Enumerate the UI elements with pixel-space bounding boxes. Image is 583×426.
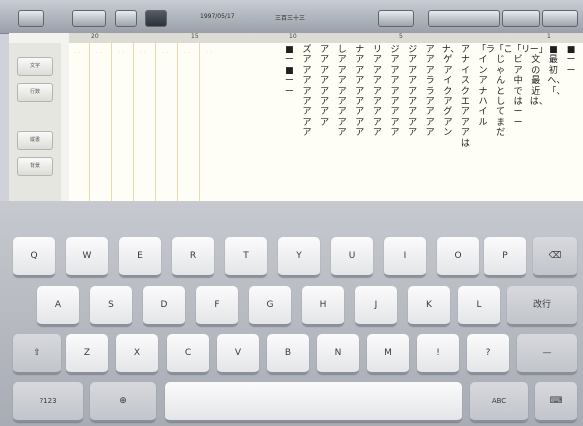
ruler-mark: 20 <box>91 33 99 40</box>
space-key[interactable] <box>165 382 462 422</box>
grid-line <box>177 43 178 201</box>
vertical-button[interactable]: 縦書 <box>17 131 53 150</box>
text-column: リアアアアアアアア <box>372 45 382 139</box>
key-p[interactable]: P <box>484 237 526 277</box>
keyboard-hide-icon[interactable]: ⌨ <box>535 382 577 422</box>
action-button[interactable] <box>378 10 414 27</box>
onscreen-keyboard: Q W E R T Y U I O P ⌫ A S D F G H J K L … <box>0 201 583 426</box>
font-size-button[interactable]: 文字 <box>17 57 53 76</box>
return-key[interactable]: 改行 <box>507 286 577 326</box>
ruler-mark: 1 <box>547 33 551 40</box>
doc-title: 三百三十三 <box>275 15 306 22</box>
key-k[interactable]: K <box>408 286 450 326</box>
settings-button[interactable] <box>542 10 578 27</box>
key-z[interactable]: Z <box>66 334 108 374</box>
numbers-key[interactable]: ?123 <box>13 382 83 422</box>
text-column: 「リビア中ではーー <box>512 45 531 128</box>
text-column: アナイスクエアアアは <box>460 45 470 149</box>
dash-key[interactable]: — <box>517 334 577 374</box>
files-button[interactable] <box>72 10 106 27</box>
text-column: ジアアアアアアアア <box>408 45 418 139</box>
key-f[interactable]: F <box>196 286 238 326</box>
ruler-mark: 15 <box>191 33 199 40</box>
key-w[interactable]: W <box>66 237 108 277</box>
text-column: ■ーー <box>566 45 576 76</box>
key-v[interactable]: V <box>217 334 259 374</box>
toggle-button[interactable] <box>145 10 167 27</box>
grid-line <box>89 43 90 201</box>
text-column: ジアアアアアアアア <box>390 45 400 139</box>
key-r[interactable]: R <box>172 237 214 277</box>
menu-button[interactable] <box>115 10 137 27</box>
text-column: アアアララアアアア <box>425 45 435 139</box>
background-button[interactable]: 背景 <box>17 157 53 176</box>
text-column: ナアアアアアアアア <box>355 45 365 139</box>
abc-key[interactable]: ABC <box>470 382 528 422</box>
text-column: アアアアアアアア <box>320 45 330 128</box>
document-area: 20 15 10 5 1 文字 行数 縦書 背景 ・・・・・・・・・・・・・・・… <box>9 33 583 201</box>
key-g[interactable]: G <box>249 286 291 326</box>
manuscript-page[interactable]: ・・・・・・・・・・・・ ・・・・・・・・・・・・ ・・・・・・・・・・・・ ・・・・… <box>69 43 583 201</box>
back-button[interactable] <box>18 10 44 27</box>
text-column: ナ、ゲアイクアグアン <box>441 45 460 139</box>
text-column: しアアアアアアアア <box>337 45 347 139</box>
grid-line <box>111 43 112 201</box>
grid-line <box>155 43 156 201</box>
key-n[interactable]: N <box>317 334 359 374</box>
mode-button[interactable] <box>428 10 500 27</box>
key-b[interactable]: B <box>267 334 309 374</box>
grid-line <box>199 43 200 201</box>
text-column: 「こじゃんとしてまだ <box>494 45 513 139</box>
empty-grid-column: ・・・・・・・・・・・・ <box>95 50 103 55</box>
key-a[interactable]: A <box>37 286 79 326</box>
ruler-mark: 5 <box>399 33 403 40</box>
key-m[interactable]: M <box>367 334 409 374</box>
key-question[interactable]: ? <box>467 334 509 374</box>
text-column: ■最初へ、「、 <box>547 45 566 97</box>
empty-grid-column: ・・・・・・・・・・・・ <box>161 50 169 55</box>
key-l[interactable]: L <box>458 286 500 326</box>
key-j[interactable]: J <box>355 286 397 326</box>
empty-grid-column: ・・・・・・・・・・・・ <box>73 50 81 55</box>
key-exclamation[interactable]: ! <box>417 334 459 374</box>
side-panel: 文字 行数 縦書 背景 <box>9 43 61 201</box>
key-q[interactable]: Q <box>13 237 55 277</box>
key-d[interactable]: D <box>143 286 185 326</box>
key-t[interactable]: T <box>225 237 267 277</box>
key-c[interactable]: C <box>167 334 209 374</box>
empty-grid-column: ・・・・・・・・・・・・ <box>117 50 125 55</box>
top-toolbar: 1997/05/17 三百三十三 <box>0 0 583 34</box>
backspace-key[interactable]: ⌫ <box>533 237 577 277</box>
key-o[interactable]: O <box>437 237 479 277</box>
globe-icon[interactable]: ⊕ <box>90 382 156 422</box>
key-y[interactable]: Y <box>278 237 320 277</box>
date-label: 1997/05/17 <box>200 13 235 20</box>
shift-key[interactable]: ⇧ <box>13 334 61 374</box>
key-s[interactable]: S <box>90 286 132 326</box>
empty-grid-column: ・・・・・・・・・・・・ <box>205 50 213 55</box>
key-h[interactable]: H <box>302 286 344 326</box>
grid-line <box>133 43 134 201</box>
empty-grid-column: ・・・・・・・・・・・・ <box>183 50 191 55</box>
key-i[interactable]: I <box>384 237 426 277</box>
key-e[interactable]: E <box>119 237 161 277</box>
option-button[interactable] <box>502 10 540 27</box>
ruler-mark: 10 <box>289 33 297 40</box>
text-column: ズアアアアアアアア <box>302 45 312 139</box>
line-count-button[interactable]: 行数 <box>17 83 53 102</box>
key-u[interactable]: U <box>331 237 373 277</box>
text-column: 「ラインアナハイル <box>477 45 496 128</box>
empty-grid-column: ・・・・・・・・・・・・ <box>139 50 147 55</box>
key-x[interactable]: X <box>116 334 158 374</box>
text-column: ー」文の最近は、 <box>529 45 548 108</box>
text-column: ■ー■ーー <box>284 45 294 97</box>
